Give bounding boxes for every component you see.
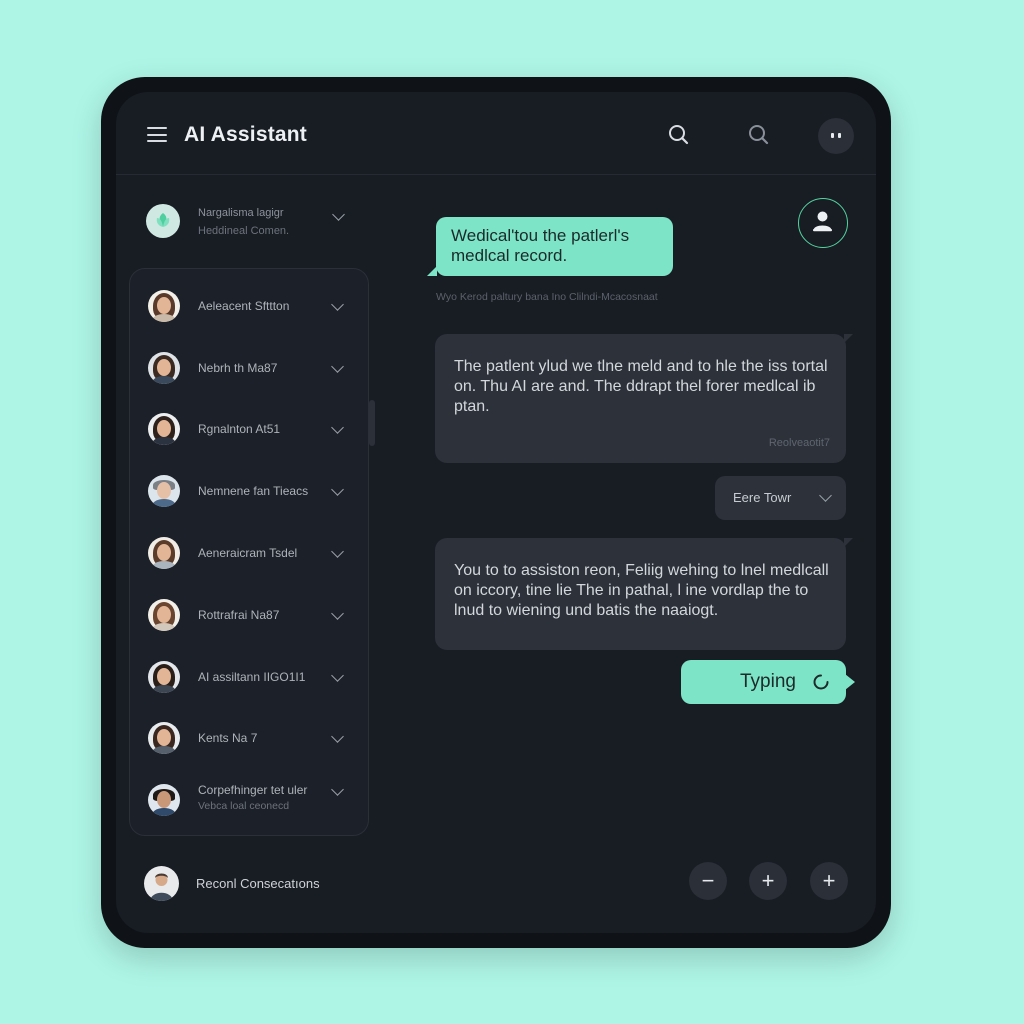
medical-icon	[146, 204, 180, 238]
user-message-text: Wedical'tou the patlerl's medlcal record…	[451, 226, 630, 265]
add-conversation-button[interactable]: +	[810, 862, 848, 900]
minus-button[interactable]: −	[689, 862, 727, 900]
contact-item[interactable]: Rottrafrai Na87	[130, 587, 368, 643]
conversation-item-top[interactable]: Nargalisma lagigr Heddineal Comen.	[142, 196, 352, 242]
chevron-down-icon	[819, 489, 832, 502]
search-icon-secondary[interactable]	[746, 122, 772, 148]
contact-list: Aeleacent Sfttton Nebrh th Ma87 Rgnalnto…	[129, 268, 369, 836]
typing-label: Typing	[740, 671, 796, 692]
add-button[interactable]: +	[749, 862, 787, 900]
avatar	[148, 290, 180, 322]
scrollbar[interactable]	[369, 400, 375, 446]
typing-indicator: Typing	[681, 660, 855, 704]
assistant-avatar[interactable]	[798, 198, 848, 248]
contact-item[interactable]: Aeleacent Sfttton	[130, 278, 368, 334]
chevron-down-icon[interactable]	[331, 545, 344, 558]
avatar	[148, 599, 180, 631]
contact-name: Nemnene fan Tieacs	[198, 484, 309, 498]
chevron-down-icon[interactable]	[331, 730, 344, 743]
avatar	[148, 352, 180, 384]
avatar	[148, 537, 180, 569]
avatar	[148, 661, 180, 693]
search-icon[interactable]	[666, 122, 692, 148]
contact-item[interactable]: Nebrh th Ma87	[130, 340, 368, 396]
contact-item[interactable]: Rgnalnton At51	[130, 401, 368, 457]
contact-name: Aeneraicram Tsdel	[198, 546, 298, 560]
menu-icon[interactable]	[147, 127, 167, 143]
avatar	[148, 722, 180, 754]
message-timestamp: Reolveaotit7	[768, 437, 830, 449]
assistant-message-bubble: The patlent ylud we tlne meld and to hle…	[435, 334, 853, 463]
contact-item[interactable]: AI assiltann IIGO1I1	[130, 649, 368, 705]
recent-conversations-label[interactable]: Reconl Consecatıons	[196, 876, 320, 891]
chevron-down-icon[interactable]	[331, 421, 344, 434]
chevron-down-icon[interactable]	[331, 298, 344, 311]
contact-item[interactable]: Aeneraicram Tsdel	[130, 525, 368, 581]
conversation-subtitle: Heddineal Comen.	[198, 225, 290, 237]
contact-item[interactable]: Corpefhinger tet uler Vebca loal ceonecd	[130, 772, 368, 828]
contact-name: Rottrafrai Na87	[198, 608, 280, 622]
app-window: AI Assistant Nargalisma lagigr Heddineal…	[116, 92, 876, 933]
contact-item[interactable]: Nemnene fan Tieacs	[130, 463, 368, 519]
chevron-down-icon[interactable]	[332, 208, 345, 221]
assistant-message-text: You to to assiston reon, Feliig wehing t…	[454, 562, 829, 619]
chevron-down-icon[interactable]	[331, 607, 344, 620]
header: AI Assistant	[116, 92, 876, 175]
loading-spinner-icon	[813, 674, 829, 690]
dropdown-label: Eere Towr	[733, 490, 792, 505]
contact-name: Aeleacent Sfttton	[198, 299, 290, 313]
conversation-title: Nargalisma lagigr	[198, 207, 284, 219]
contact-name: Corpefhinger tet uler	[198, 783, 308, 797]
chevron-down-icon[interactable]	[331, 360, 344, 373]
user-icon	[813, 211, 832, 232]
response-dropdown[interactable]: Eere Towr	[715, 476, 846, 520]
contact-name: Kents Na 7	[198, 731, 258, 745]
avatar	[148, 413, 180, 445]
contact-item[interactable]: Kents Na 7	[130, 710, 368, 766]
assistant-message-text: The patlent ylud we tlne meld and to hle…	[454, 358, 828, 415]
chevron-down-icon[interactable]	[331, 483, 344, 496]
contact-name: Nebrh th Ma87	[198, 361, 278, 375]
assistant-message-bubble: You to to assiston reon, Feliig wehing t…	[435, 538, 853, 650]
contact-name: AI assiltann IIGO1I1	[198, 670, 306, 684]
avatar	[148, 475, 180, 507]
chevron-down-icon[interactable]	[331, 669, 344, 682]
contact-name: Rgnalnton At51	[198, 422, 281, 436]
avatar[interactable]	[144, 866, 179, 901]
contact-subtitle: Vebca loal ceonecd	[198, 800, 290, 812]
user-message-bubble: Wedical'tou the patlerl's medlcal record…	[427, 217, 673, 276]
avatar	[148, 784, 180, 816]
chevron-down-icon[interactable]	[331, 783, 344, 796]
message-caption: Wyo Kerod paltury bana Ino Clilndi-Mcaco…	[436, 291, 658, 303]
profile-avatar[interactable]	[818, 118, 854, 154]
page-title: AI Assistant	[184, 123, 307, 146]
